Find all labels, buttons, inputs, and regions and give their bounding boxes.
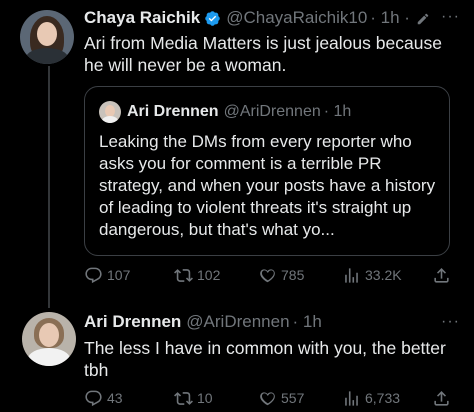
like-icon — [260, 391, 275, 405]
reply-button[interactable]: 43 — [84, 389, 123, 408]
ari-drennen-avatar-small — [99, 101, 121, 123]
views-count: 6,733 — [365, 390, 401, 406]
more-options-button[interactable]: ··· — [441, 313, 460, 331]
views-icon — [345, 267, 358, 283]
share-button[interactable] — [432, 266, 455, 285]
reply-icon — [85, 390, 102, 406]
like-count: 557 — [281, 390, 305, 406]
author-handle[interactable]: @ChayaRaichik10 — [226, 8, 367, 28]
tweet-text: Ari from Media Matters is just jealous b… — [84, 33, 442, 75]
tweet-text: The less I have in common with you, the … — [84, 338, 446, 380]
tweet-time[interactable]: · 1h — [293, 312, 322, 332]
retweet-count: 102 — [197, 267, 221, 283]
quoted-tweet[interactable]: Ari Drennen @AriDrennen · 1h Leaking the… — [84, 86, 450, 256]
quoted-author-name: Ari Drennen — [127, 103, 219, 120]
quoted-tweet-text: Leaking the DMs from every reporter who … — [99, 132, 436, 239]
retweet-count: 10 — [197, 390, 213, 406]
retweet-button[interactable]: 102 — [174, 266, 220, 285]
like-icon — [260, 268, 275, 282]
retweet-icon — [174, 268, 193, 282]
reply-icon — [85, 267, 102, 283]
retweet-icon — [174, 391, 193, 405]
author-handle[interactable]: @AriDrennen — [186, 312, 289, 332]
views-count: 33.2K — [365, 267, 402, 283]
reply-count: 43 — [107, 390, 123, 406]
share-button[interactable] — [432, 389, 455, 408]
reply-button[interactable]: 107 — [84, 266, 130, 285]
thread-connector-line — [48, 66, 50, 308]
reply-count: 107 — [107, 267, 131, 283]
tweet-header: Ari Drennen @AriDrennen · 1h — [84, 310, 322, 334]
like-button[interactable]: 557 — [258, 389, 304, 408]
author-name[interactable]: Chaya Raichik — [84, 8, 200, 28]
tweet-time[interactable]: · 1h · — [370, 8, 410, 28]
ari-drennen-avatar[interactable] — [22, 312, 76, 366]
quoted-tweet-header: Ari Drennen @AriDrennen · 1h — [127, 101, 351, 123]
views-button[interactable]: 6,733 — [342, 389, 400, 408]
chaya-raichik-avatar[interactable] — [20, 10, 74, 64]
share-icon — [434, 267, 449, 283]
tweet-actions: 43 10 557 6,733 — [84, 387, 458, 409]
share-icon — [434, 390, 449, 406]
tweet-actions: 107 102 785 33.2K — [84, 264, 458, 286]
verified-badge-icon — [204, 10, 221, 27]
like-count: 785 — [281, 267, 305, 283]
tweet-header: Chaya Raichik @ChayaRaichik10 · 1h · — [84, 7, 430, 29]
pencil-icon — [416, 11, 430, 25]
views-button[interactable]: 33.2K — [342, 266, 402, 285]
like-button[interactable]: 785 — [258, 266, 304, 285]
more-options-button[interactable]: ··· — [441, 8, 460, 26]
retweet-button[interactable]: 10 — [174, 389, 213, 408]
quoted-tweet-time: · 1h — [323, 103, 352, 120]
quoted-author-handle: @AriDrennen — [223, 103, 321, 120]
views-icon — [345, 390, 358, 406]
author-name[interactable]: Ari Drennen — [84, 312, 181, 332]
